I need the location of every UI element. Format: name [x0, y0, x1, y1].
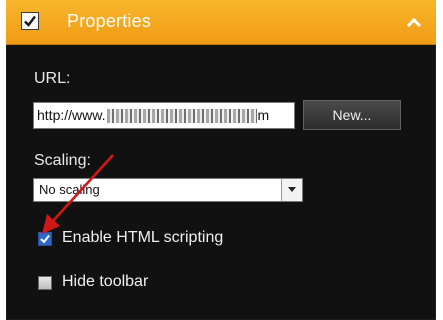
url-text-prefix: http://www. — [37, 107, 106, 123]
panel-title: Properties — [67, 11, 152, 31]
hide-toolbar-checkbox[interactable] — [38, 276, 52, 290]
header-enable-checkbox[interactable] — [21, 12, 39, 30]
url-input[interactable]: http://www. m — [33, 102, 295, 129]
caret-down-icon — [288, 187, 296, 192]
url-obscured-region — [107, 109, 258, 124]
checkmark-icon — [40, 234, 50, 244]
url-text-suffix: m — [257, 107, 270, 123]
chevron-up-icon — [406, 17, 422, 28]
properties-panel: Properties URL: http://www. m New... Scal… — [6, 0, 436, 320]
dropdown-arrow-button[interactable] — [281, 179, 302, 201]
scaling-dropdown[interactable]: No scaling — [33, 178, 303, 202]
scaling-selected-value: No scaling — [39, 182, 100, 197]
enable-html-scripting-label[interactable]: Enable HTML scripting — [62, 229, 223, 247]
scaling-label: Scaling: — [34, 152, 91, 169]
properties-header[interactable]: Properties — [6, 0, 436, 45]
checkmark-icon — [24, 15, 36, 27]
url-label: URL: — [34, 70, 71, 87]
hide-toolbar-label[interactable]: Hide toolbar — [62, 273, 148, 291]
enable-html-scripting-checkbox[interactable] — [38, 232, 52, 246]
new-url-button[interactable]: New... — [303, 100, 401, 130]
collapse-button[interactable] — [404, 13, 424, 33]
